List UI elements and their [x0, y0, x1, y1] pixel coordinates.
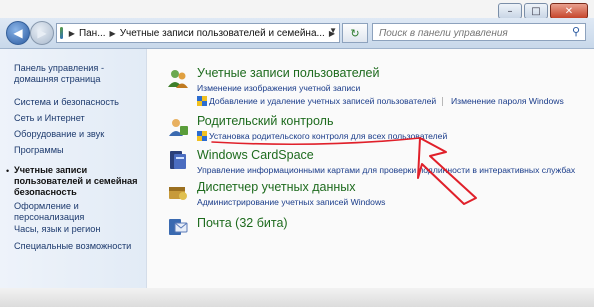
sidebar: Панель управления - домашняя страница Си… [0, 49, 147, 307]
main-content: Учетные записи пользователей Изменение и… [147, 49, 594, 307]
category-cardspace-title[interactable]: Windows CardSpace [197, 148, 314, 162]
sidebar-item-home[interactable]: Панель управления - домашняя страница [14, 63, 142, 85]
forward-arrow-icon[interactable]: ▶ [30, 21, 54, 45]
window-bottom-edge [0, 288, 594, 307]
maximize-button[interactable]: □ [524, 3, 548, 19]
chevron-right-icon: ▶ [68, 28, 75, 38]
link-setup-parental-controls[interactable]: Установка родительского контроля для все… [197, 131, 447, 141]
link-add-remove-accounts-label: Добавление и удаление учетных записей по… [209, 96, 437, 106]
uac-shield-icon [197, 131, 207, 141]
category-credential-manager-title[interactable]: Диспетчер учетных данных [197, 180, 356, 194]
chevron-right-icon: ▶ [109, 28, 116, 38]
category-user-accounts-title[interactable]: Учетные записи пользователей [197, 66, 380, 80]
refresh-button[interactable]: ↻ [342, 23, 368, 43]
sidebar-item-hardware[interactable]: Оборудование и звук [14, 129, 142, 140]
link-manage-windows-credentials[interactable]: Администрирование учетных записей Window… [197, 197, 385, 207]
control-panel-icon [60, 27, 63, 39]
address-bar[interactable]: ▶ Пан... ▶ Учетные записи пользователей … [56, 23, 340, 43]
cardspace-icon [170, 151, 186, 169]
sidebar-item-programs[interactable]: Программы [14, 145, 142, 156]
navigation-bar: ◀ ▶ ▶ Пан... ▶ Учетные записи пользовате… [0, 18, 594, 49]
breadcrumb-control-panel[interactable]: Пан... [79, 28, 106, 39]
search-input[interactable] [372, 23, 586, 41]
link-change-account-picture[interactable]: Изменение изображения учетной записи [197, 83, 360, 93]
link-manage-info-cards[interactable]: Управление информационными картами для п… [197, 165, 575, 175]
link-add-remove-accounts[interactable]: Добавление и удаление учетных записей по… [197, 96, 436, 106]
users-icon [168, 70, 188, 88]
sidebar-item-system-security[interactable]: Система и безопасность [14, 97, 142, 108]
link-divider [442, 97, 443, 106]
parental-controls-icon [169, 119, 188, 136]
breadcrumb-user-accounts[interactable]: Учетные записи пользователей и семейна..… [120, 28, 325, 39]
sidebar-item-clock-language[interactable]: Часы, язык и регион [14, 224, 142, 235]
control-panel-window: – □ ✕ ◀ ▶ ▶ Пан... ▶ Учетные записи поль… [0, 0, 594, 307]
sidebar-item-accessibility[interactable]: Специальные возможности [14, 241, 142, 252]
search-icon[interactable]: ⚲ [572, 25, 580, 38]
sidebar-item-appearance[interactable]: Оформление и персонализация [14, 201, 142, 223]
category-parental-controls-title[interactable]: Родительский контроль [197, 114, 333, 128]
back-arrow-icon[interactable]: ◀ [6, 21, 30, 45]
sidebar-item-user-accounts: Учетные записи пользователей и семейная … [14, 165, 138, 197]
close-button[interactable]: ✕ [550, 3, 588, 19]
chevron-down-icon[interactable]: ▼ [329, 26, 337, 35]
link-change-windows-password[interactable]: Изменение пароля Windows [451, 96, 564, 106]
sidebar-item-network[interactable]: Сеть и Интернет [14, 113, 142, 124]
current-item-bullet: • [6, 166, 10, 176]
minimize-button[interactable]: – [498, 3, 522, 19]
mail-icon [169, 219, 188, 235]
category-mail-title[interactable]: Почта (32 бита) [197, 216, 288, 230]
link-setup-parental-controls-label: Установка родительского контроля для все… [209, 131, 448, 141]
window-controls: – □ ✕ [498, 3, 588, 19]
credential-manager-icon [169, 187, 187, 200]
uac-shield-icon [197, 96, 207, 106]
